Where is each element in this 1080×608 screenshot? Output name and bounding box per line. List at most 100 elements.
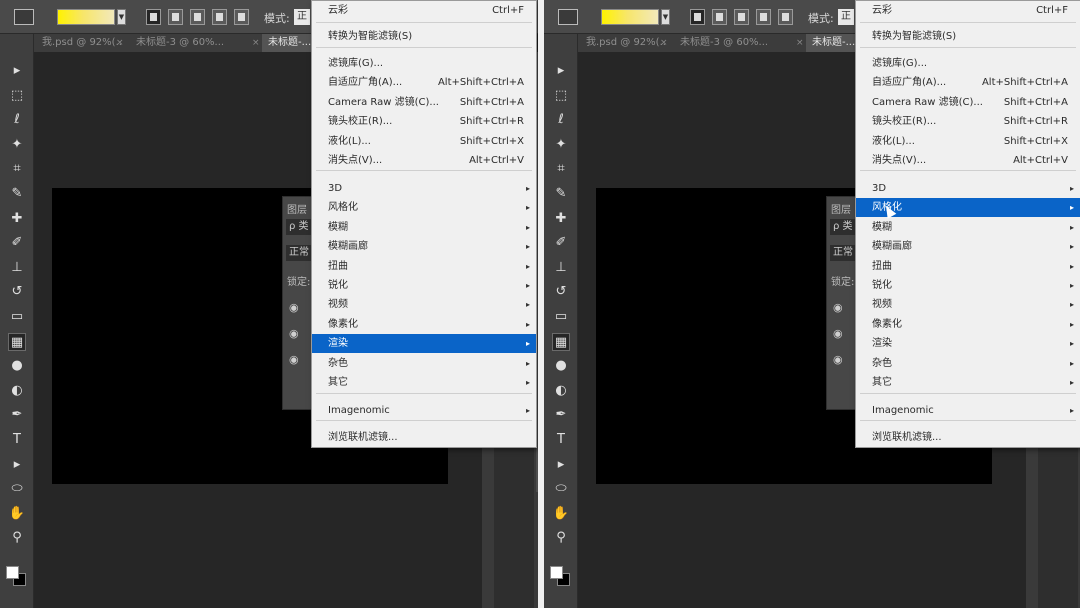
foreground-color-swatch[interactable] bbox=[6, 566, 19, 579]
filter-menu-item[interactable]: 液化(L)... Shift+Ctrl+X bbox=[856, 132, 1080, 151]
gradient-type-button[interactable] bbox=[756, 9, 771, 25]
filter-menu-item[interactable]: 模糊 ▸ bbox=[312, 218, 536, 237]
filter-menu-item[interactable]: Camera Raw 滤镜(C)... Shift+Ctrl+A bbox=[856, 93, 1080, 112]
eraser-tool-icon[interactable]: ▭ bbox=[8, 308, 26, 326]
filter-menu-item[interactable]: 模糊画廊 ▸ bbox=[312, 237, 536, 256]
filter-menu-item[interactable]: 风格化 ▸ bbox=[312, 198, 536, 217]
filter-menu-item[interactable]: 扭曲 ▸ bbox=[856, 257, 1080, 276]
heal-tool-icon[interactable]: ✚ bbox=[552, 210, 570, 228]
hand-tool-icon[interactable]: ✋ bbox=[8, 505, 26, 523]
filter-menu-item[interactable]: 模糊 ▸ bbox=[856, 218, 1080, 237]
filter-menu-item[interactable]: 像素化 ▸ bbox=[856, 315, 1080, 334]
filter-menu-item[interactable]: 锐化 ▸ bbox=[312, 276, 536, 295]
visibility-eye-icon[interactable]: ◉ bbox=[833, 301, 843, 314]
stamp-tool-icon[interactable]: ⊥ bbox=[552, 259, 570, 277]
brush-tool-icon[interactable]: ✐ bbox=[8, 234, 26, 252]
filter-menu-item[interactable]: 其它 ▸ bbox=[856, 373, 1080, 392]
blur-tool-icon[interactable]: ● bbox=[8, 357, 26, 375]
zoom-tool-icon[interactable]: ⚲ bbox=[8, 529, 26, 547]
filter-menu-item[interactable]: 云彩 Ctrl+F bbox=[312, 1, 536, 20]
filter-menu-item[interactable]: Camera Raw 滤镜(C)... Shift+Ctrl+A bbox=[312, 93, 536, 112]
filter-menu-item[interactable]: 杂色 ▸ bbox=[312, 354, 536, 373]
gradient-swatch[interactable] bbox=[601, 9, 659, 25]
blur-tool-icon[interactable]: ● bbox=[552, 357, 570, 375]
tool-preset-icon[interactable] bbox=[14, 9, 34, 25]
filter-menu-item[interactable]: 自适应广角(A)... Alt+Shift+Ctrl+A bbox=[856, 73, 1080, 92]
pen-tool-icon[interactable]: ✒ bbox=[552, 406, 570, 424]
marquee-tool-icon[interactable]: ⬚ bbox=[552, 87, 570, 105]
filter-menu-item[interactable]: 转换为智能滤镜(S) bbox=[312, 27, 536, 46]
filter-menu-item[interactable]: 扭曲 ▸ bbox=[312, 257, 536, 276]
gradient-type-button[interactable] bbox=[712, 9, 727, 25]
gradient-type-button[interactable] bbox=[190, 9, 205, 25]
layers-panel-title[interactable]: 图层 bbox=[287, 201, 307, 216]
gradient-type-button[interactable] bbox=[212, 9, 227, 25]
marquee-tool-icon[interactable]: ⬚ bbox=[8, 87, 26, 105]
filter-menu-item[interactable]: 浏览联机滤镜... bbox=[856, 428, 1080, 447]
filter-menu-item[interactable]: 渲染 ▸ bbox=[312, 334, 536, 353]
layers-panel-title[interactable]: 图层 bbox=[831, 201, 851, 216]
pen-tool-icon[interactable]: ✒ bbox=[8, 406, 26, 424]
gradient-type-button[interactable] bbox=[734, 9, 749, 25]
document-tab[interactable]: 未标题-3 @ 60%... bbox=[130, 34, 258, 52]
lasso-tool-icon[interactable]: ℓ bbox=[552, 111, 570, 129]
filter-menu-item[interactable]: 自适应广角(A)... Alt+Shift+Ctrl+A bbox=[312, 73, 536, 92]
lasso-tool-icon[interactable]: ℓ bbox=[8, 111, 26, 129]
filter-menu-item[interactable]: 液化(L)... Shift+Ctrl+X bbox=[312, 132, 536, 151]
filter-menu-item[interactable]: 滤镜库(G)... bbox=[856, 54, 1080, 73]
gradient-type-button[interactable] bbox=[146, 9, 161, 25]
quick-select-tool-icon[interactable]: ✦ bbox=[8, 136, 26, 154]
dodge-tool-icon[interactable]: ◐ bbox=[8, 382, 26, 400]
filter-menu-item[interactable]: 消失点(V)... Alt+Ctrl+V bbox=[856, 151, 1080, 170]
dodge-tool-icon[interactable]: ◐ bbox=[552, 382, 570, 400]
shape-tool-icon[interactable]: ⬭ bbox=[8, 480, 26, 498]
filter-menu-item[interactable]: 镜头校正(R)... Shift+Ctrl+R bbox=[312, 112, 536, 131]
filter-menu-item[interactable]: Imagenomic ▸ bbox=[856, 401, 1080, 420]
filter-menu-item[interactable]: 杂色 ▸ bbox=[856, 354, 1080, 373]
brush-tool-icon[interactable]: ✐ bbox=[552, 234, 570, 252]
filter-menu-item[interactable]: 云彩 Ctrl+F bbox=[856, 1, 1080, 20]
filter-menu-item[interactable]: 视频 ▸ bbox=[312, 295, 536, 314]
gradient-tool-icon[interactable]: ▦ bbox=[8, 332, 26, 351]
tab-close-icon[interactable]: × bbox=[116, 34, 124, 52]
filter-menu-item[interactable]: 3D ▸ bbox=[856, 179, 1080, 198]
zoom-tool-icon[interactable]: ⚲ bbox=[552, 529, 570, 547]
history-tool-icon[interactable]: ↺ bbox=[552, 283, 570, 301]
visibility-eye-icon[interactable]: ◉ bbox=[833, 353, 843, 366]
hand-tool-icon[interactable]: ✋ bbox=[552, 505, 570, 523]
foreground-color-swatch[interactable] bbox=[550, 566, 563, 579]
filter-menu-item[interactable]: 消失点(V)... Alt+Ctrl+V bbox=[312, 151, 536, 170]
document-tab[interactable]: 我.psd @ 92%(... bbox=[36, 34, 122, 52]
gradient-type-button[interactable] bbox=[778, 9, 793, 25]
filter-menu-item[interactable]: 滤镜库(G)... bbox=[312, 54, 536, 73]
filter-menu-item[interactable]: 像素化 ▸ bbox=[312, 315, 536, 334]
filter-menu-item[interactable]: 其它 ▸ bbox=[312, 373, 536, 392]
filter-menu-item[interactable]: 转换为智能滤镜(S) bbox=[856, 27, 1080, 46]
gradient-type-button[interactable] bbox=[168, 9, 183, 25]
heal-tool-icon[interactable]: ✚ bbox=[8, 210, 26, 228]
gradient-tool-icon[interactable]: ▦ bbox=[552, 332, 570, 351]
crop-tool-icon[interactable]: ⌗ bbox=[552, 160, 570, 178]
gradient-type-button[interactable] bbox=[234, 9, 249, 25]
gradient-type-button[interactable] bbox=[690, 9, 705, 25]
gradient-dropdown-icon[interactable]: ▼ bbox=[117, 9, 126, 25]
eraser-tool-icon[interactable]: ▭ bbox=[552, 308, 570, 326]
tab-close-icon[interactable]: × bbox=[252, 34, 260, 52]
tab-close-icon[interactable]: × bbox=[660, 34, 668, 52]
shape-tool-icon[interactable]: ⬭ bbox=[552, 480, 570, 498]
gradient-swatch[interactable] bbox=[57, 9, 115, 25]
filter-menu-item[interactable]: Imagenomic ▸ bbox=[312, 401, 536, 420]
tool-preset-icon[interactable] bbox=[558, 9, 578, 25]
path-select-tool-icon[interactable]: ▸ bbox=[552, 456, 570, 474]
visibility-eye-icon[interactable]: ◉ bbox=[289, 327, 299, 340]
crop-tool-icon[interactable]: ⌗ bbox=[8, 160, 26, 178]
path-select-tool-icon[interactable]: ▸ bbox=[8, 456, 26, 474]
mode-select[interactable]: 正常 bbox=[838, 9, 854, 25]
move-tool-icon[interactable]: ▸ bbox=[8, 62, 26, 80]
document-tab[interactable]: 未标题-3 @ 60%... bbox=[674, 34, 802, 52]
tab-close-icon[interactable]: × bbox=[796, 34, 804, 52]
eyedropper-tool-icon[interactable]: ✎ bbox=[552, 185, 570, 203]
type-tool-icon[interactable]: T bbox=[552, 431, 570, 449]
visibility-eye-icon[interactable]: ◉ bbox=[289, 301, 299, 314]
quick-select-tool-icon[interactable]: ✦ bbox=[552, 136, 570, 154]
